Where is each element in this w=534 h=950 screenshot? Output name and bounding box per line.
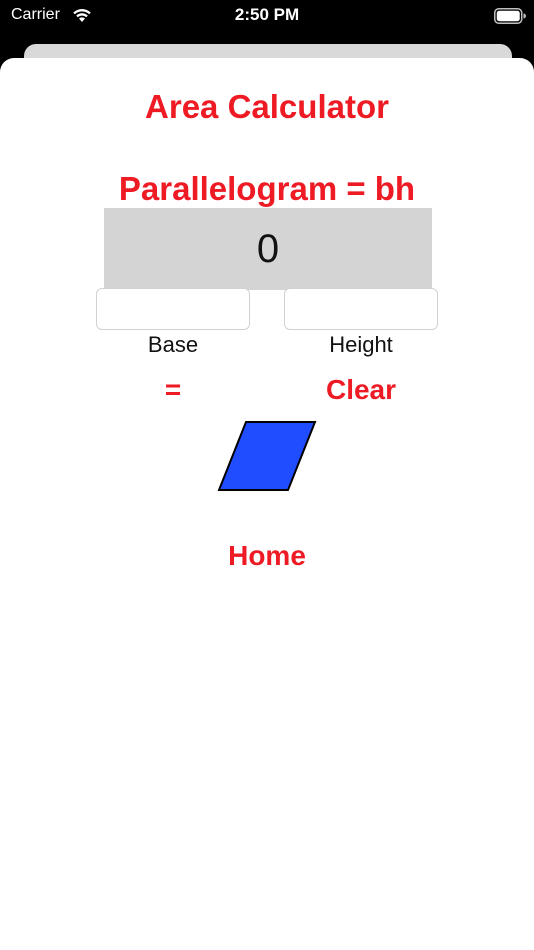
page-title: Area Calculator — [145, 88, 389, 125]
parallelogram-icon — [217, 421, 317, 491]
base-label: Base — [147, 332, 199, 357]
battery-icon — [494, 8, 526, 24]
status-time: 2:50 PM — [234, 5, 300, 24]
height-input[interactable] — [284, 288, 438, 330]
clear-button[interactable]: Clear — [314, 374, 408, 406]
formula-title: Parallelogram = bh — [118, 170, 416, 207]
result-value: 0 — [256, 226, 280, 271]
home-button[interactable]: Home — [0, 540, 534, 572]
height-label: Height — [329, 332, 393, 357]
base-input[interactable] — [96, 288, 250, 330]
result-display: 0 — [104, 208, 432, 290]
status-bar: Carrier 2:50 PM — [0, 0, 534, 34]
phone-screen: Carrier 2:50 PM Area Calculator Parallel… — [0, 0, 534, 950]
calculator-sheet: Area Calculator Parallelogram = bh 0 Bas… — [0, 58, 534, 950]
equals-button[interactable]: = — [150, 374, 196, 406]
